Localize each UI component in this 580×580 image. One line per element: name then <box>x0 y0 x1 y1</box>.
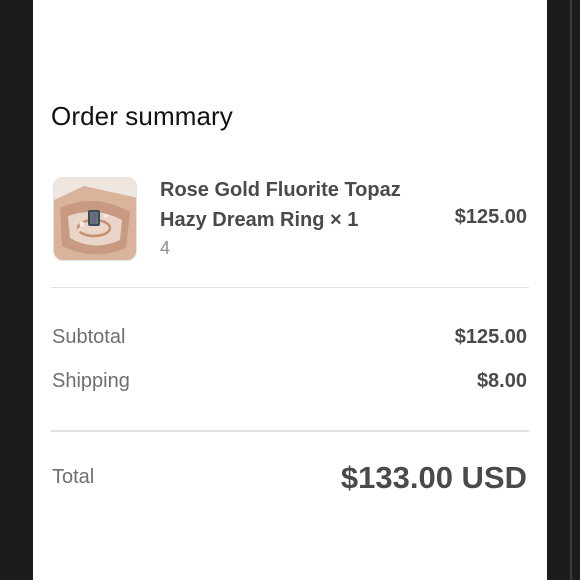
divider <box>51 430 529 432</box>
item-name: Rose Gold Fluorite Topaz Hazy Dream Ring… <box>160 179 401 231</box>
product-thumbnail <box>53 177 137 261</box>
screen: Order summary Rose Gold Fluorite Topaz H… <box>0 0 580 580</box>
shipping-value: $8.00 <box>476 370 527 392</box>
subtotal-value: $125.00 <box>454 326 527 348</box>
item-price: $125.00 <box>454 206 527 228</box>
total-label: Total <box>52 466 95 488</box>
item-variant: 4 <box>160 238 171 258</box>
shipping-label: Shipping <box>52 370 130 392</box>
subtotal-label: Subtotal <box>52 326 126 348</box>
divider <box>51 287 529 288</box>
screen-edge-divider <box>570 0 572 580</box>
ring-product-image <box>54 178 136 260</box>
total-value: $133.00 USD <box>340 460 527 495</box>
order-summary-title: Order summary <box>51 101 233 131</box>
order-summary-panel: Order summary Rose Gold Fluorite Topaz H… <box>33 0 547 580</box>
